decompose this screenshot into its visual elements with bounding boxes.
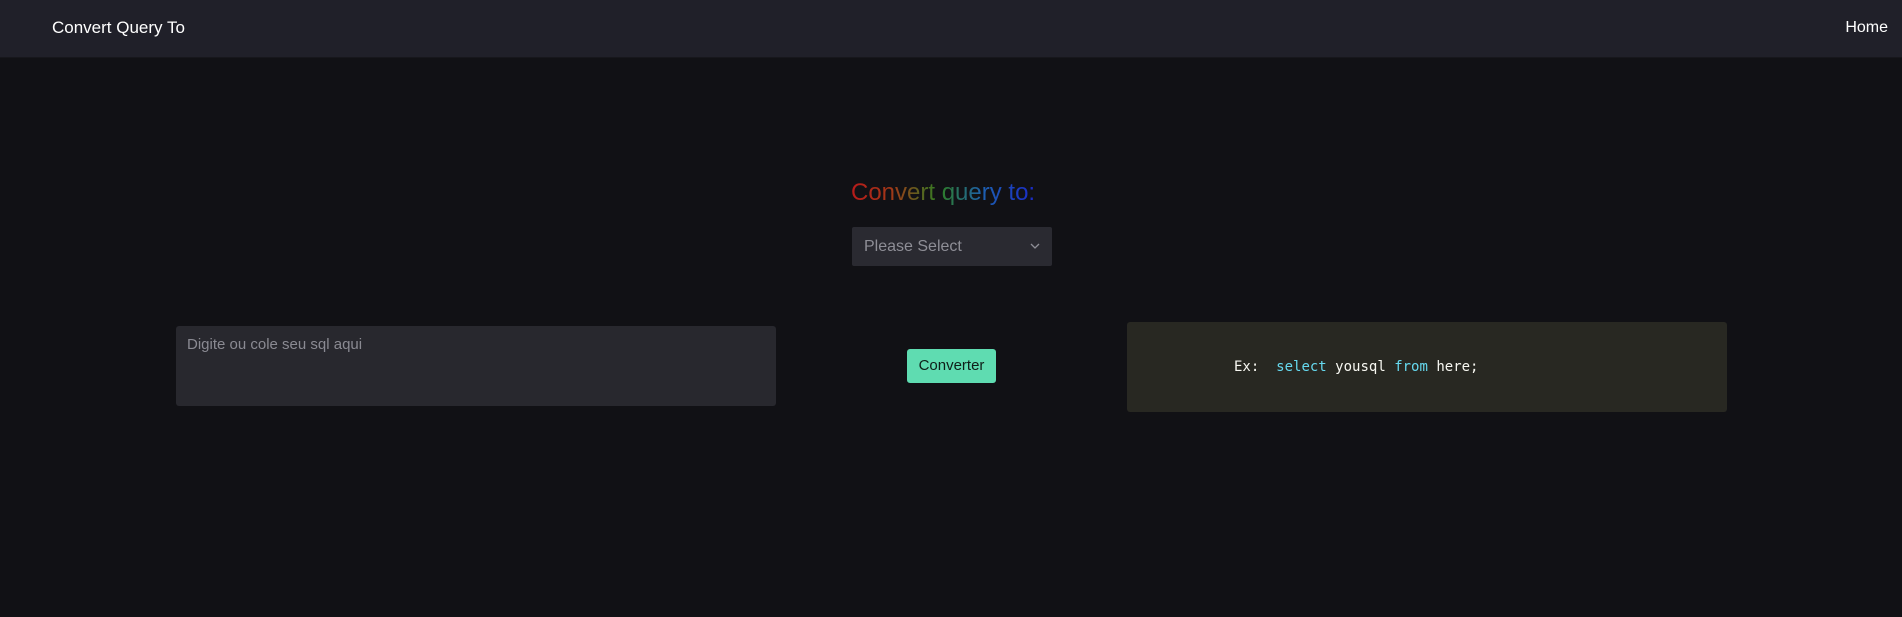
convert-button[interactable]: Converter xyxy=(907,349,996,383)
code-prefix: Ex: xyxy=(1234,359,1260,375)
select-value: Please Select xyxy=(864,238,962,255)
brand-title[interactable]: Convert Query To xyxy=(52,18,185,38)
nav-link-home[interactable]: Home xyxy=(1845,18,1888,38)
code-identifier: yousql xyxy=(1335,359,1386,375)
code-tail: here; xyxy=(1436,359,1479,375)
output-code-line: Ex: select yousql from here; xyxy=(1234,358,1479,376)
target-format-select[interactable]: Please Select xyxy=(852,227,1052,266)
top-navbar: Convert Query To Home xyxy=(0,0,1902,58)
sql-input[interactable] xyxy=(176,326,776,406)
chevron-down-icon xyxy=(1030,243,1040,249)
code-keyword-from: from xyxy=(1394,359,1428,375)
code-keyword-select: select xyxy=(1276,359,1327,375)
output-code-panel: Ex: select yousql from here; xyxy=(1127,322,1727,412)
page-heading: Convert query to: xyxy=(851,179,1036,206)
